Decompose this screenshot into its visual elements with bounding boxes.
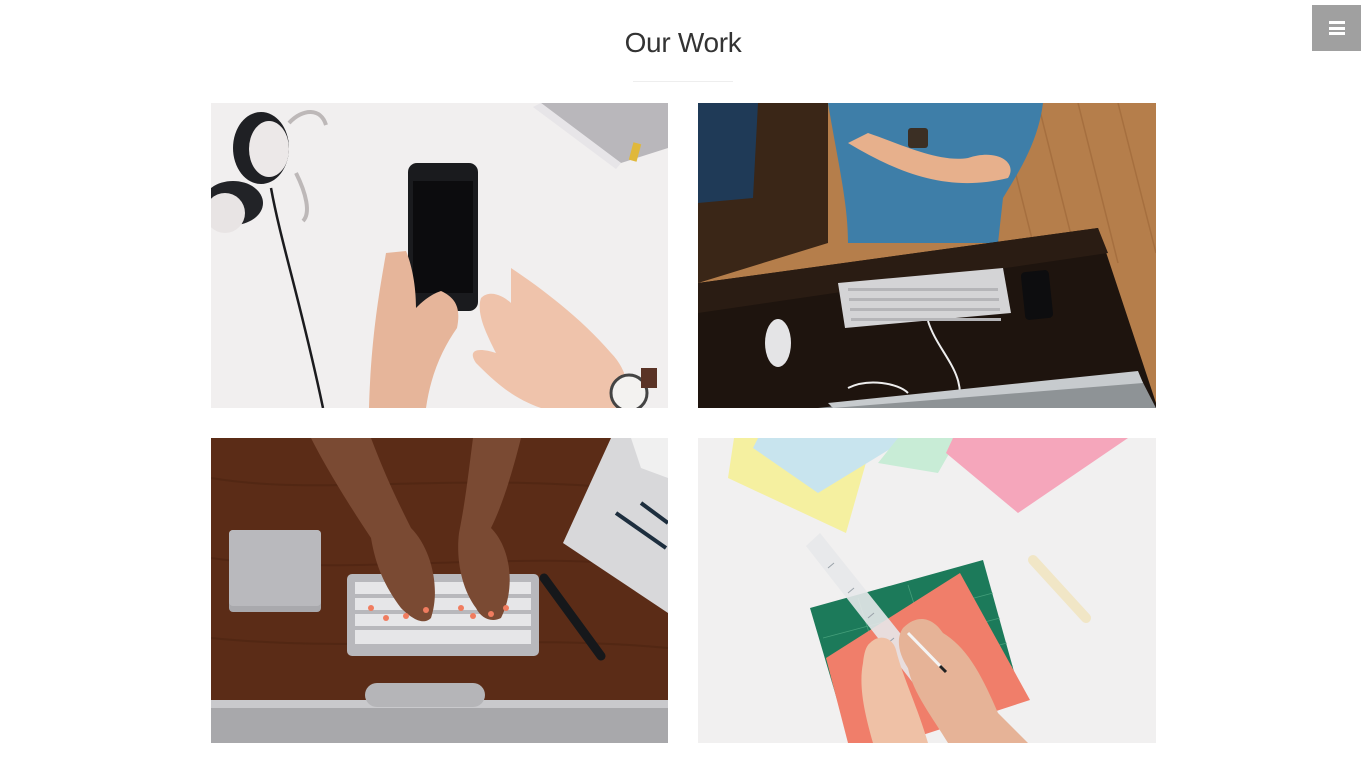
drawing-photo-image	[698, 438, 1156, 743]
hamburger-menu-icon	[1328, 21, 1345, 35]
work-item-drawing[interactable]	[698, 438, 1156, 743]
phone-photo-image	[211, 103, 668, 408]
work-item-desk[interactable]	[698, 103, 1156, 408]
work-item-phone[interactable]	[211, 103, 668, 408]
typing-photo-image	[211, 438, 668, 743]
desk-photo-image	[698, 103, 1156, 408]
work-item-typing[interactable]	[211, 438, 668, 743]
title-divider	[633, 81, 733, 82]
page: Our Work	[0, 0, 1366, 768]
menu-toggle-button[interactable]	[1312, 5, 1361, 51]
section-title: Our Work	[624, 27, 742, 58]
